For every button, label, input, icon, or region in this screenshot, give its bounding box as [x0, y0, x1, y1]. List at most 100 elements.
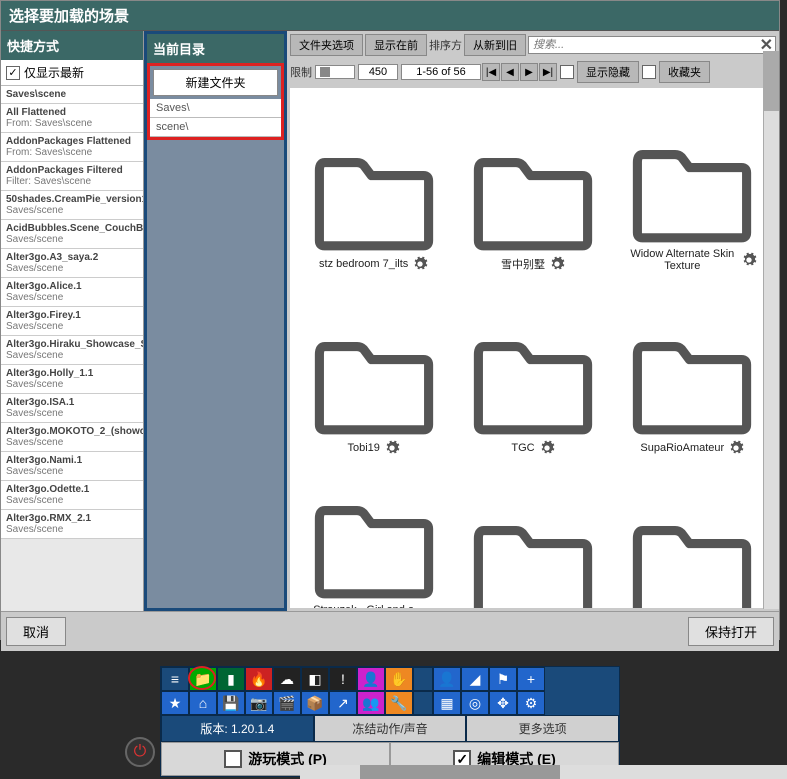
bottom-scrollbar[interactable] — [300, 765, 787, 779]
cancel-button[interactable]: 取消 — [6, 617, 66, 646]
content-scrollbar[interactable] — [763, 51, 779, 609]
gear-icon[interactable] — [728, 440, 744, 456]
save-icon[interactable]: 💾 — [217, 691, 245, 715]
cube-icon[interactable]: ◧ — [301, 667, 329, 691]
open-icon[interactable]: 📁 — [189, 667, 217, 691]
house-icon[interactable]: ⌂ — [189, 691, 217, 715]
star-icon[interactable]: ★ — [161, 691, 189, 715]
show-hidden-checkbox[interactable] — [560, 65, 574, 79]
move-icon[interactable]: ✥ — [489, 691, 517, 715]
curdir-path-item[interactable]: scene\ — [150, 118, 281, 137]
scene-folder-item[interactable]: Room — [615, 462, 770, 608]
favorites-button[interactable]: 收藏夹 — [659, 61, 710, 83]
shortcuts-header: 快捷方式 — [1, 31, 143, 60]
gear-icon[interactable] — [384, 440, 400, 456]
curdir-header: 当前目录 — [147, 34, 284, 63]
shortcut-item[interactable]: AddonPackages FilteredFilter: Saves\scen… — [1, 162, 143, 191]
shortcut-item[interactable]: Alter3go.ISA.1Saves/scene — [1, 394, 143, 423]
plus-icon[interactable]: + — [517, 667, 545, 691]
unity-icon[interactable]: ◢ — [461, 667, 489, 691]
export-icon[interactable]: ↗ — [329, 691, 357, 715]
pager-prev-icon[interactable]: ◀ — [501, 63, 519, 81]
shortcut-item[interactable]: Alter3go.Alice.1Saves/scene — [1, 278, 143, 307]
scene-folder-item[interactable]: 雪中别墅 — [455, 94, 610, 274]
play-mode-checkbox[interactable] — [224, 750, 242, 768]
shortcut-item[interactable]: AcidBubbles.Scene_CouchBlow.1Saves/scene — [1, 220, 143, 249]
scene-folder-item[interactable]: Tobi19 — [296, 278, 451, 458]
gear-icon[interactable] — [539, 440, 555, 456]
shortcut-item[interactable]: Alter3go.Firey.1Saves/scene — [1, 307, 143, 336]
sort-order-button[interactable]: 从新到旧 — [464, 34, 526, 56]
folder-icon[interactable]: ▮ — [217, 667, 245, 691]
scene-folder-item[interactable]: Strauzek - Girl and a big dildo (cycle f… — [296, 462, 451, 608]
gear-icon[interactable] — [549, 256, 565, 272]
flame-icon[interactable]: 🔥 — [245, 667, 273, 691]
show-latest-checkbox-row[interactable]: ✓ 仅显示最新 — [1, 60, 143, 86]
scene-folder-item[interactable]: Widow Alternate Skin Texture — [615, 94, 770, 274]
scene-folder-item[interactable]: rukk — [455, 462, 610, 608]
folder-label: Widow Alternate Skin Texture — [627, 248, 737, 272]
pager-first-icon[interactable]: |◀ — [482, 63, 500, 81]
scene-folder-item[interactable]: SupaRioAmateur — [615, 278, 770, 458]
shortcut-item[interactable]: AddonPackages FlattenedFrom: Saves\scene — [1, 133, 143, 162]
hand-icon[interactable]: ✋ — [385, 667, 413, 691]
folder-icon — [309, 328, 439, 438]
shortcut-item[interactable]: Alter3go.MOKOTO_2_(showcase).1Saves/scen… — [1, 423, 143, 452]
curdir-path-item[interactable]: Saves\ — [150, 99, 281, 118]
wrench-icon[interactable]: 🔧 — [385, 691, 413, 715]
folder-icon — [468, 512, 598, 608]
folder-icon — [309, 144, 439, 254]
shortcut-item[interactable]: Alter3go.Odette.1Saves/scene — [1, 481, 143, 510]
new-folder-button[interactable]: 新建文件夹 — [153, 69, 278, 96]
shortcut-item[interactable]: 50shades.CreamPie_version1.2Saves/scene — [1, 191, 143, 220]
gear-icon[interactable] — [741, 252, 757, 268]
info-icon[interactable]: ! — [329, 667, 357, 691]
folder-options-button[interactable]: 文件夹选项 — [290, 34, 363, 56]
gear-icon[interactable]: ⚙ — [517, 691, 545, 715]
pager-last-icon[interactable]: ▶| — [539, 63, 557, 81]
freeze-button[interactable]: 冻结动作/声音 — [314, 715, 467, 742]
favorites-checkbox[interactable] — [642, 65, 656, 79]
show-hidden-button[interactable]: 显示隐藏 — [577, 61, 639, 83]
film-icon[interactable]: 🎬 — [273, 691, 301, 715]
scene-grid[interactable]: stz bedroom 7_ilts 雪中别墅 Widow Alternate … — [290, 88, 776, 608]
limit-slider[interactable] — [315, 65, 355, 79]
scene-load-dialog: 选择要加载的场景 快捷方式 ✓ 仅显示最新 Saves\sceneAll Fla… — [0, 0, 780, 640]
shortcut-item[interactable]: Alter3go.Hiraku_Showcase_Scene.1Saves/sc… — [1, 336, 143, 365]
person-icon[interactable]: 👤 — [357, 667, 385, 691]
user-icon[interactable]: 👤 — [433, 667, 461, 691]
camera-icon[interactable]: 📷 — [245, 691, 273, 715]
scene-folder-item[interactable]: TGC — [455, 278, 610, 458]
limit-value[interactable]: 450 — [358, 64, 398, 80]
curdir-highlighted-box: 新建文件夹 Saves\scene\ — [147, 63, 284, 140]
cloud-icon[interactable]: ☁ — [273, 667, 301, 691]
menu-icon[interactable]: ≡ — [161, 667, 189, 691]
power-button[interactable]: ⏻ — [125, 737, 155, 767]
person2-icon[interactable]: 👥 — [357, 691, 385, 715]
shortcut-item[interactable]: Alter3go.RMX_2.1Saves/scene — [1, 510, 143, 539]
show-front-button[interactable]: 显示在前 — [365, 34, 427, 56]
target-icon[interactable]: ◎ — [461, 691, 489, 715]
folder-icon — [627, 512, 757, 608]
shortcut-item[interactable]: Saves\scene — [1, 86, 143, 104]
folder-label: Strauzek - Girl and a big dildo (cycle f… — [309, 604, 419, 608]
gear-icon[interactable] — [412, 256, 428, 272]
shortcut-item[interactable]: Alter3go.Holly_1.1Saves/scene — [1, 365, 143, 394]
grid-icon[interactable]: ▦ — [433, 691, 461, 715]
shortcut-item[interactable]: Alter3go.A3_saya.2Saves/scene — [1, 249, 143, 278]
folder-label: SupaRioAmateur — [640, 442, 724, 454]
box-icon[interactable]: 📦 — [301, 691, 329, 715]
pager-next-icon[interactable]: ▶ — [520, 63, 538, 81]
shortcut-item[interactable]: All FlattenedFrom: Saves\scene — [1, 104, 143, 133]
more-options-button[interactable]: 更多选项 — [466, 715, 619, 742]
toolbar-row2: 限制 450 1-56 of 56 |◀ ◀ ▶ ▶| 显示隐藏 收藏夹 — [287, 59, 779, 85]
search-input[interactable] — [528, 36, 776, 54]
version-label: 版本: 1.20.1.4 — [161, 715, 314, 742]
keep-open-button[interactable]: 保持打开 — [688, 617, 774, 646]
pager: 1-56 of 56 |◀ ◀ ▶ ▶| — [401, 63, 557, 81]
shortcuts-list[interactable]: Saves\sceneAll FlattenedFrom: Saves\scen… — [1, 86, 143, 611]
checkbox-icon[interactable]: ✓ — [6, 66, 20, 80]
shortcut-item[interactable]: Alter3go.Nami.1Saves/scene — [1, 452, 143, 481]
flag-icon[interactable]: ⚑ — [489, 667, 517, 691]
scene-folder-item[interactable]: stz bedroom 7_ilts — [296, 94, 451, 274]
